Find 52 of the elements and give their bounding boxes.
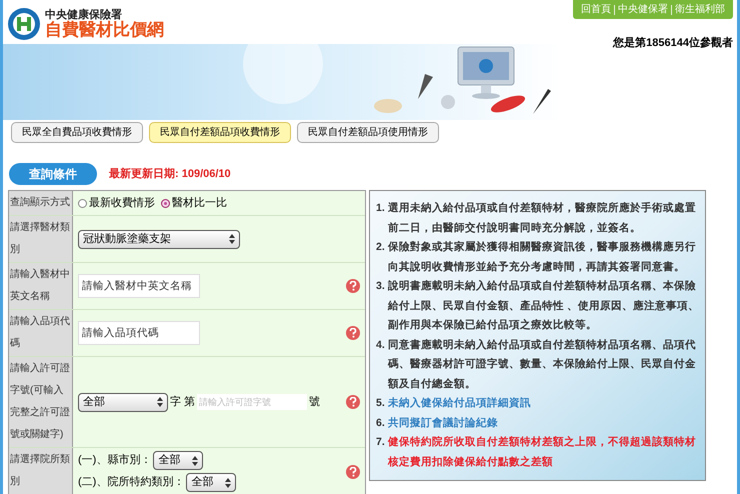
dropdown[interactable]: 全部 <box>153 451 204 470</box>
help-icon[interactable] <box>346 464 360 478</box>
note-link[interactable]: 未納入健保給付品項詳細資訊 <box>388 394 531 414</box>
note-text: 說明書應載明未納入給付品項或自付差額特材品項名稱、本保險給付上限、民眾自付金額、產品特性 、使用原因、應注意事項、副作用與本保險已給付品項之療效比較等。 <box>388 279 699 333</box>
field-label: 查詢顯示方式 <box>10 197 70 208</box>
field-label: 請選擇院所類別 <box>10 454 70 487</box>
field-label: 請輸入許可證字號(可輸入完整之許可證號或關鍵字) <box>10 363 70 440</box>
last-updated-date: 最新更新日期: 109/06/10 <box>109 166 231 182</box>
organization-name: 中央健康保險署 <box>45 9 122 20</box>
license-number-field[interactable]: 請輸入許可證字號 <box>197 394 308 410</box>
note-number: 7. <box>376 435 386 450</box>
help-icon[interactable] <box>346 279 360 293</box>
note-number: 1. <box>376 201 386 216</box>
updown-arrows-icon <box>229 234 235 244</box>
note-text: 同意書應載明未納入給付品項或自付差額特材品項名稱、品項代碼、醫療器材許可證字號、數量、本保險給付上限、民眾自付金額及自付總金額。 <box>388 338 697 392</box>
note-text: 選用未納入給付品項或自付差額特材，醫療院所應於手術或處置前二日，由醫師交付說明書同時充分解說，並簽名。 <box>388 201 697 236</box>
nav-tab[interactable]: 民眾全自費品項收費情形 <box>11 122 143 143</box>
field-label: 請選擇醫材類別 <box>10 222 70 255</box>
note-number: 3. <box>376 279 386 294</box>
field-label: (二)、院所特約類別： <box>78 475 184 490</box>
field-label: 請輸入醫材中英文名稱 <box>10 269 70 302</box>
radio-button[interactable] <box>161 198 170 208</box>
note-link[interactable]: 共同擬訂會議討論紀錄 <box>388 414 498 433</box>
dropdown[interactable]: 全部 <box>186 473 236 492</box>
radio-label: 醫材比一比 <box>172 196 227 211</box>
dropdown[interactable]: 全部 <box>78 392 168 412</box>
updown-arrows-icon <box>192 456 198 466</box>
note-text: 健保特約院所收取自付差額特材差額之上限，不得超過該類特材核定費用扣除健保給付點數之差額 <box>388 434 697 470</box>
help-icon[interactable] <box>346 326 360 340</box>
site-title: 自費醫材比價網 <box>45 22 164 39</box>
nav-tab[interactable]: 民眾自付差額品項收費情形 <box>149 122 291 143</box>
text-input-field[interactable]: 請輸入品項代碼 <box>78 321 200 345</box>
help-icon[interactable] <box>346 395 360 409</box>
nav-tab[interactable]: 民眾自付差額品項使用情形 <box>297 122 439 143</box>
updown-arrows-icon <box>225 478 232 488</box>
input-label: 號 <box>309 394 320 410</box>
dropdown[interactable]: 冠狀動脈塗藥支架 <box>78 230 240 248</box>
note-number: 6. <box>376 416 386 430</box>
note-number: 2. <box>376 240 386 255</box>
updown-arrows-icon <box>157 397 163 407</box>
visitor-counter: 您是第1856144位參觀者 <box>613 36 733 51</box>
logo-icon <box>7 7 41 41</box>
field-label: (一)、縣市別： <box>78 452 152 468</box>
radio-button[interactable] <box>78 198 87 208</box>
text-input-field[interactable]: 請輸入醫材中英文名稱 <box>78 274 200 298</box>
note-number: 4. <box>376 338 386 352</box>
query-conditions-heading: 查詢條件 <box>9 163 97 185</box>
note-number: 5. <box>376 396 386 411</box>
radio-label: 最新收費情形 <box>89 196 155 211</box>
note-text: 保險對象或其家屬於獲得相關醫療資訊後，醫事服務機構應另行向其說明收費情形並給予充分考慮時間，再請其簽署同意書。 <box>388 240 697 274</box>
field-label: 請輸入品項代碼 <box>10 316 70 349</box>
input-label: 字 第 <box>170 394 196 410</box>
